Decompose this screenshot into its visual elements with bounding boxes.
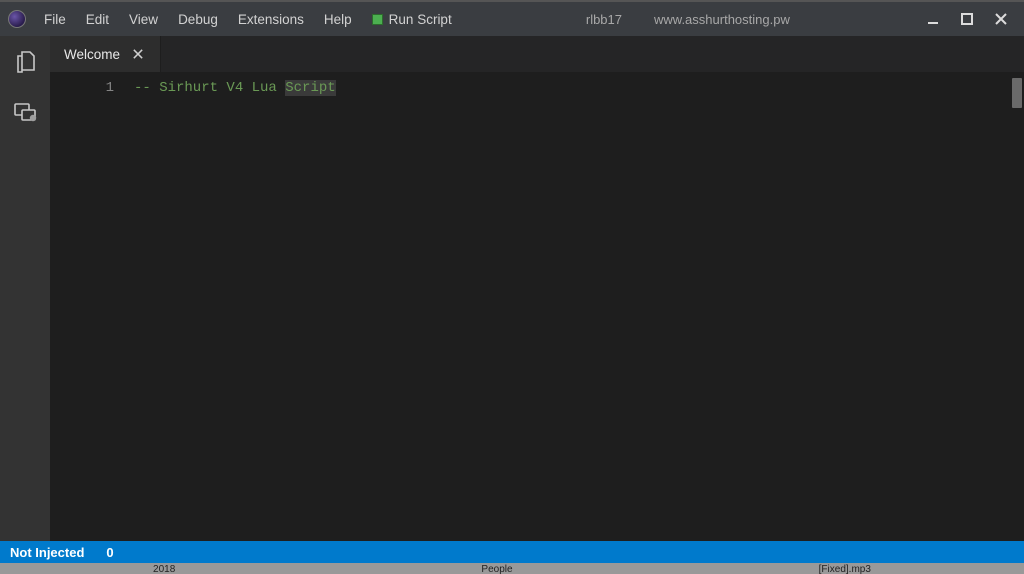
- app-window: File Edit View Debug Extensions Help Run…: [0, 0, 1024, 541]
- title-center: rlbb17 www.asshurthosting.pw: [460, 12, 916, 27]
- close-icon: [133, 49, 143, 59]
- run-icon: [372, 14, 383, 25]
- app-logo-icon: [8, 10, 26, 28]
- files-icon: [13, 50, 37, 74]
- line-number: 1: [50, 78, 114, 98]
- body-row: Welcome 1 -- Sirhurt V4 Lua Script: [0, 36, 1024, 541]
- tab-close-button[interactable]: [130, 46, 146, 62]
- screens-button[interactable]: [11, 98, 39, 126]
- minimize-icon: [926, 12, 940, 26]
- menu-view[interactable]: View: [121, 8, 166, 31]
- maximize-icon: [960, 12, 974, 26]
- code-line-1: -- Sirhurt V4 Lua Script: [134, 78, 1024, 98]
- code-line-1-highlight: Script: [285, 80, 335, 96]
- screens-icon: [13, 100, 37, 124]
- title-host: www.asshurthosting.pw: [654, 12, 790, 27]
- scrollbar-thumb[interactable]: [1012, 78, 1022, 108]
- code-line-1-text: -- Sirhurt V4 Lua: [134, 80, 285, 96]
- title-user: rlbb17: [586, 12, 622, 27]
- tab-welcome[interactable]: Welcome: [50, 36, 161, 72]
- status-bar: Not Injected 0: [0, 541, 1024, 563]
- window-controls: [916, 6, 1018, 32]
- code-content[interactable]: -- Sirhurt V4 Lua Script: [134, 72, 1024, 541]
- gutter: 1: [50, 72, 134, 541]
- menu-run-script-label: Run Script: [389, 12, 452, 27]
- desktop-label-b: People: [481, 564, 512, 574]
- close-button[interactable]: [984, 6, 1018, 32]
- maximize-button[interactable]: [950, 6, 984, 32]
- minimize-button[interactable]: [916, 6, 950, 32]
- desktop-label-a: 2018: [153, 564, 175, 574]
- menu-bar: File Edit View Debug Extensions Help Run…: [36, 8, 460, 31]
- status-count[interactable]: 0: [106, 545, 113, 560]
- menu-edit[interactable]: Edit: [78, 8, 117, 31]
- menu-help[interactable]: Help: [316, 8, 360, 31]
- menu-extensions[interactable]: Extensions: [230, 8, 312, 31]
- code-area[interactable]: 1 -- Sirhurt V4 Lua Script: [50, 72, 1024, 541]
- tab-bar: Welcome: [50, 36, 1024, 72]
- titlebar[interactable]: File Edit View Debug Extensions Help Run…: [0, 2, 1024, 36]
- desktop-label-c: [Fixed].mp3: [819, 564, 871, 574]
- desktop-peek: 2018 People [Fixed].mp3: [0, 563, 1024, 574]
- tab-welcome-label: Welcome: [64, 47, 120, 62]
- activity-bar: [0, 36, 50, 541]
- status-injection[interactable]: Not Injected: [10, 545, 84, 560]
- menu-file[interactable]: File: [36, 8, 74, 31]
- editor-area: Welcome 1 -- Sirhurt V4 Lua Script: [50, 36, 1024, 541]
- menu-run-script[interactable]: Run Script: [364, 8, 460, 31]
- close-icon: [994, 12, 1008, 26]
- menu-debug[interactable]: Debug: [170, 8, 226, 31]
- explorer-button[interactable]: [11, 48, 39, 76]
